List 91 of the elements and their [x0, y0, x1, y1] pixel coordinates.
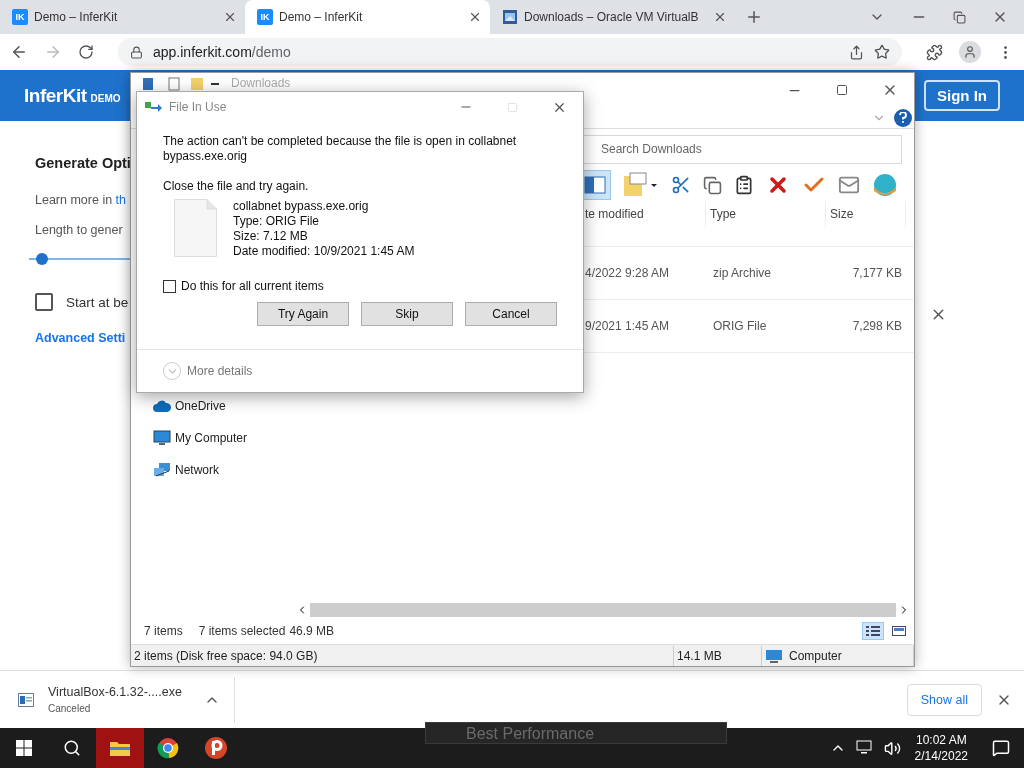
envelope-icon[interactable] — [838, 174, 860, 196]
type-cell-text: zip Archive — [712, 266, 773, 280]
notification-icon[interactable] — [992, 739, 1010, 757]
apply-all-checkbox[interactable] — [163, 280, 176, 293]
download-status: Canceled — [48, 703, 92, 714]
favicon-icon: IK — [257, 9, 273, 25]
tab-title: Demo – InferKit — [34, 10, 119, 24]
copy-icon[interactable] — [703, 175, 722, 195]
nav-item[interactable]: My Computer — [175, 430, 248, 445]
selection-info: 7 items selected — [198, 624, 286, 638]
close-icon[interactable] — [468, 10, 482, 24]
favicon-icon: IK — [12, 9, 28, 25]
volume-icon[interactable] — [883, 739, 901, 757]
sign-in-button[interactable]: Sign In — [924, 80, 1000, 111]
error-message: The action can't be completed because the file is open in collabnet bypass.exe.orig — [163, 134, 518, 164]
tab-title: Demo – InferKit — [279, 10, 364, 24]
size-cell-text: 7,177 KB — [851, 266, 902, 280]
help-icon[interactable] — [894, 108, 912, 127]
close-icon[interactable] — [223, 10, 237, 24]
cloud-icon — [153, 399, 171, 412]
file-type: Type: ORIG File — [233, 214, 321, 229]
tooltip: Best Performance — [425, 722, 727, 744]
restore-icon[interactable] — [953, 10, 966, 24]
file-date: Date modified: 10/9/2021 1:45 AM — [233, 244, 415, 259]
dialog-button[interactable]: Try Again — [257, 302, 349, 326]
file-name: collabnet bypass.exe.orig — [233, 199, 370, 214]
learn-more-text: Learn more in th — [35, 193, 127, 207]
tab-title: Downloads – Oracle VM VirtualB — [524, 10, 700, 24]
docs-link[interactable]: th — [115, 193, 127, 207]
length-label: Length to gener — [35, 223, 123, 237]
column-header[interactable]: Type — [706, 201, 826, 227]
details-view-icon[interactable] — [862, 622, 884, 640]
maximize-icon[interactable] — [836, 82, 848, 98]
instruction-text: Close the file and try again. — [163, 179, 310, 193]
browser-tab[interactable]: IK Demo – InferKit — [0, 0, 245, 34]
profile-icon[interactable] — [959, 41, 981, 63]
total-size: 14.1 MB — [674, 645, 762, 666]
share-icon[interactable] — [849, 44, 864, 60]
scissors-icon[interactable] — [671, 175, 691, 195]
clock-date: 2/14/2022 — [914, 748, 968, 764]
search-placeholder: Search Downloads — [601, 142, 702, 156]
clipboard-icon[interactable] — [734, 175, 754, 195]
folder-icon — [109, 739, 131, 757]
column-header[interactable]: Size — [826, 201, 906, 227]
slider-thumb[interactable] — [36, 253, 48, 265]
lock-icon — [130, 45, 143, 59]
clock-time: 10:02 AM — [915, 732, 967, 748]
new-tab-icon[interactable] — [745, 8, 763, 26]
section-heading: Generate Opti — [35, 155, 131, 173]
dialog-button[interactable]: Cancel — [465, 302, 557, 326]
monitor-icon — [153, 429, 171, 446]
puzzle-icon[interactable] — [926, 43, 943, 61]
checkbox-label: Start at be — [66, 294, 129, 310]
dialog-button[interactable]: Skip — [361, 302, 453, 326]
address-bar[interactable]: app.inferkit.com/demo — [118, 38, 902, 66]
file-icon — [174, 199, 217, 257]
checkbox-label: Do this for all current items — [181, 279, 324, 294]
show-all-button[interactable]: Show all — [906, 683, 982, 716]
nav-item[interactable]: OneDrive — [175, 398, 226, 413]
download-item[interactable]: VirtualBox-6.1.32-....exe Canceled — [18, 676, 235, 723]
date-cell-text: 9/2021 1:45 AM — [584, 319, 671, 333]
logo: InferKit — [24, 84, 87, 107]
star-icon[interactable] — [874, 44, 890, 60]
network-icon[interactable] — [855, 740, 874, 756]
disk-summary: 2 items (Disk free space: 94.0 GB) — [131, 645, 674, 666]
monitor-icon — [765, 648, 783, 663]
item-count: 7 items — [144, 624, 183, 638]
close-icon[interactable] — [713, 10, 727, 24]
selection-size: 46.9 MB — [289, 624, 335, 638]
location: Computer — [762, 645, 914, 666]
size-cell-text: 7,298 KB — [851, 319, 902, 333]
globe-icon[interactable] — [872, 173, 898, 197]
download-filename: VirtualBox-6.1.32-....exe — [48, 685, 183, 699]
advanced-settings-link[interactable]: Advanced Setti — [35, 331, 126, 345]
type-cell-text: ORIG File — [712, 319, 768, 333]
nav-item[interactable]: Network — [175, 462, 219, 477]
date-cell-text: 4/2022 9:28 AM — [584, 266, 671, 280]
reload-icon[interactable] — [78, 44, 94, 60]
network-icon — [153, 461, 171, 478]
file-transfer-icon — [145, 101, 163, 113]
file-size: Size: 7.12 MB — [233, 229, 309, 244]
more-details-link[interactable]: More details — [187, 364, 253, 378]
chrome-icon — [157, 737, 179, 759]
dialog-title: File In Use — [169, 100, 227, 114]
start-checkbox[interactable] — [35, 293, 53, 311]
logo-subtitle: DEMO — [90, 92, 121, 104]
browser-tab[interactable]: IK Demo – InferKit — [245, 0, 490, 34]
back-icon[interactable] — [10, 43, 28, 61]
window-title: Downloads — [231, 76, 291, 90]
browser-tab[interactable]: Downloads – Oracle VM VirtualB — [490, 0, 735, 34]
installer-icon — [18, 692, 34, 707]
